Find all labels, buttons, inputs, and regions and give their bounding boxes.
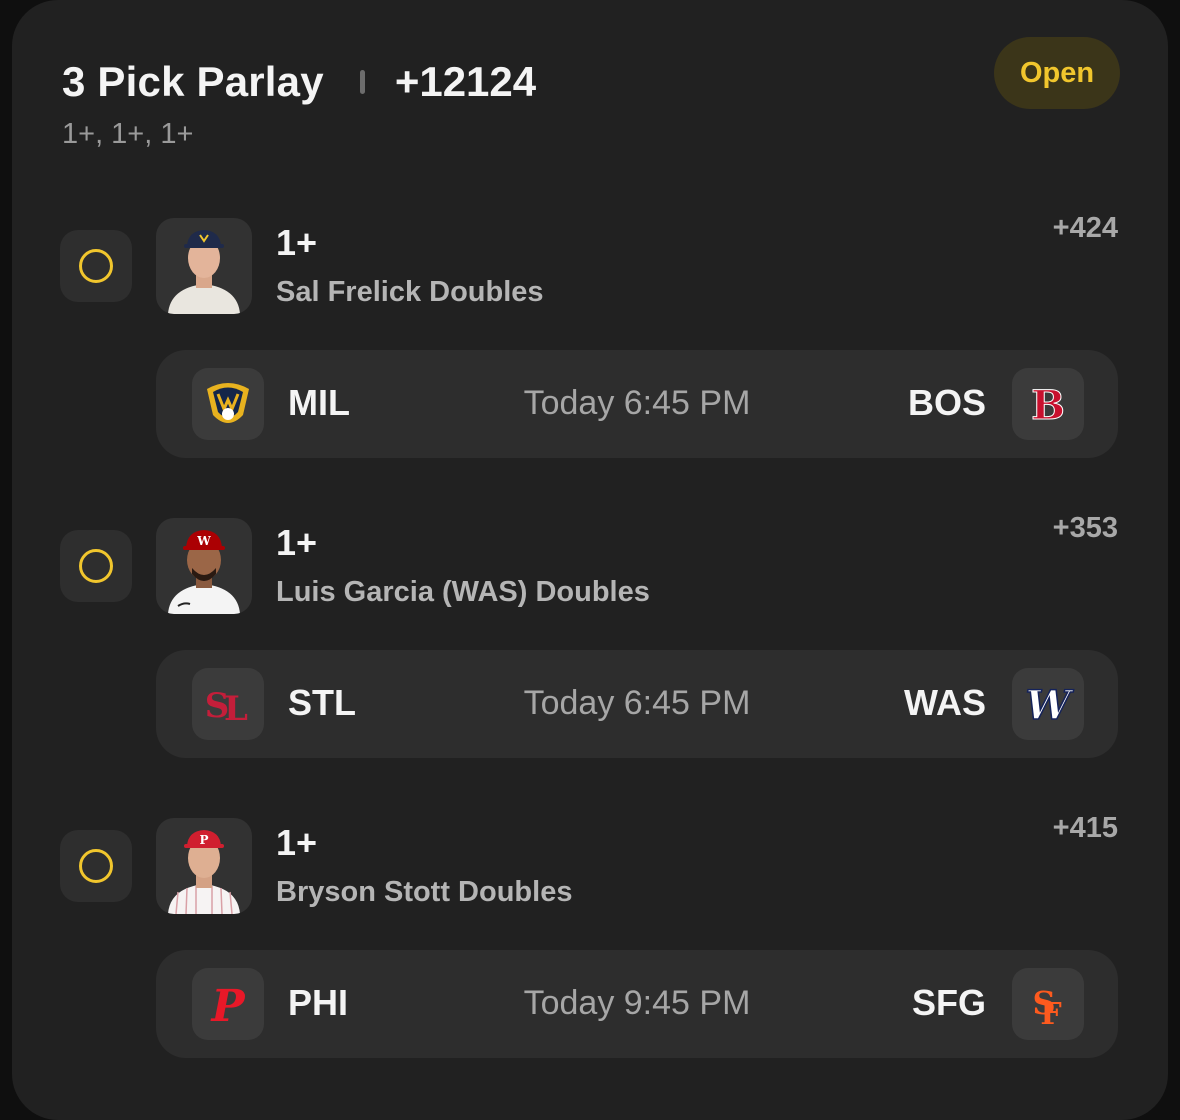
player-headshot-icon xyxy=(168,230,240,314)
game-bar[interactable]: MIL Today 6:45 PM BOS B xyxy=(156,350,1118,458)
player-avatar xyxy=(156,218,252,314)
svg-text:W: W xyxy=(196,534,211,548)
game-bar[interactable]: S L STL Today 6:45 PM WAS W xyxy=(156,650,1118,758)
pending-circle-icon xyxy=(79,849,113,883)
pick-odds: +353 xyxy=(1052,512,1118,544)
player-headshot-icon: P xyxy=(168,830,240,914)
home-team-abbr: WAS xyxy=(903,682,986,723)
pick-market: Luis Garcia (WAS) Doubles xyxy=(276,576,650,608)
player-headshot-icon: W xyxy=(168,530,240,614)
header-divider xyxy=(359,70,365,94)
svg-text:F: F xyxy=(1040,997,1061,1032)
pending-circle-icon xyxy=(79,549,113,583)
game-bar[interactable]: P PHI Today 9:45 PM SFG S F xyxy=(156,950,1118,1058)
nationals-logo-icon: W xyxy=(1012,668,1084,740)
svg-text:B: B xyxy=(1031,382,1065,429)
parlay-total-odds: +12124 xyxy=(394,58,537,105)
pick-row[interactable]: 1+ Sal Frelick Doubles +424 MIL Today 6:… xyxy=(12,212,1168,458)
pick-market: Sal Frelick Doubles xyxy=(276,276,544,308)
player-avatar: W xyxy=(156,518,252,614)
status-badge: Open xyxy=(994,37,1120,109)
svg-text:W: W xyxy=(1026,682,1075,729)
pick-odds: +415 xyxy=(1052,812,1118,844)
pick-status-indicator xyxy=(60,530,132,602)
parlay-card[interactable]: 3 Pick Parlay +12124 1+, 1+, 1+ Open 1+ … xyxy=(12,0,1168,1120)
parlay-header: 3 Pick Parlay +12124 xyxy=(62,58,536,106)
home-team-abbr: SFG xyxy=(911,982,986,1023)
pick-status-indicator xyxy=(60,230,132,302)
pending-circle-icon xyxy=(79,249,113,283)
pick-odds: +424 xyxy=(1052,212,1118,244)
red-sox-logo-icon: B xyxy=(1012,368,1084,440)
pick-status-indicator xyxy=(60,830,132,902)
pick-row[interactable]: P 1+ Bryson Stott Doubles +415 P PHI Tod… xyxy=(12,812,1168,1058)
pick-line: 1+ xyxy=(276,822,318,863)
home-team-abbr: BOS xyxy=(907,382,986,423)
pick-line: 1+ xyxy=(276,522,318,563)
parlay-title: 3 Pick Parlay xyxy=(62,58,324,105)
pick-line: 1+ xyxy=(276,222,318,263)
giants-logo-icon: S F xyxy=(1012,968,1084,1040)
player-avatar: P xyxy=(156,818,252,914)
parlay-subtitle: 1+, 1+, 1+ xyxy=(62,118,194,150)
svg-text:P: P xyxy=(199,833,208,847)
pick-row[interactable]: W 1+ Luis Garcia (WAS) Doubles +353 S L … xyxy=(12,512,1168,758)
pick-market: Bryson Stott Doubles xyxy=(276,876,573,908)
